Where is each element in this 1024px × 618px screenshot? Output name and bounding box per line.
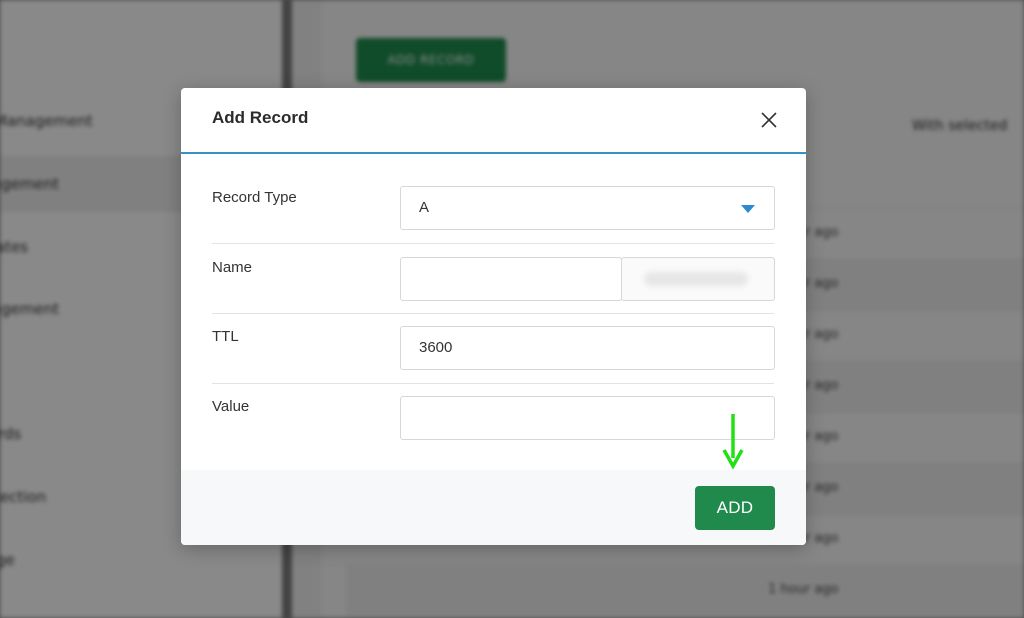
dialog-footer: ADD — [181, 470, 806, 545]
ttl-field[interactable] — [419, 327, 756, 368]
name-input[interactable] — [400, 257, 622, 301]
name-row: Name — [212, 244, 775, 314]
name-field[interactable] — [411, 258, 611, 299]
ttl-input[interactable] — [400, 326, 775, 370]
chevron-down-icon — [741, 205, 755, 213]
record-type-select[interactable]: A — [400, 186, 775, 230]
arrow-down-icon — [722, 414, 744, 470]
record-type-label: Record Type — [212, 189, 297, 206]
ttl-label: TTL — [212, 328, 239, 345]
ttl-row: TTL — [212, 314, 775, 384]
dialog-header: Add Record — [181, 88, 806, 154]
close-icon[interactable] — [758, 109, 780, 131]
domain-suffix-redacted — [644, 272, 748, 286]
dialog-body: Record Type A Name TTL Va — [181, 154, 806, 470]
record-type-value: A — [419, 199, 430, 216]
value-input[interactable] — [400, 396, 775, 440]
value-field[interactable] — [419, 397, 756, 438]
value-label: Value — [212, 398, 250, 415]
name-label: Name — [212, 259, 253, 276]
value-row: Value — [212, 384, 775, 470]
domain-suffix — [621, 257, 775, 301]
record-type-row: Record Type A — [212, 178, 775, 244]
add-record-dialog: Add Record Record Type A Name TTL 3600 V… — [181, 88, 806, 545]
add-button[interactable]: ADD — [695, 486, 775, 530]
dialog-title: Add Record — [212, 108, 309, 127]
